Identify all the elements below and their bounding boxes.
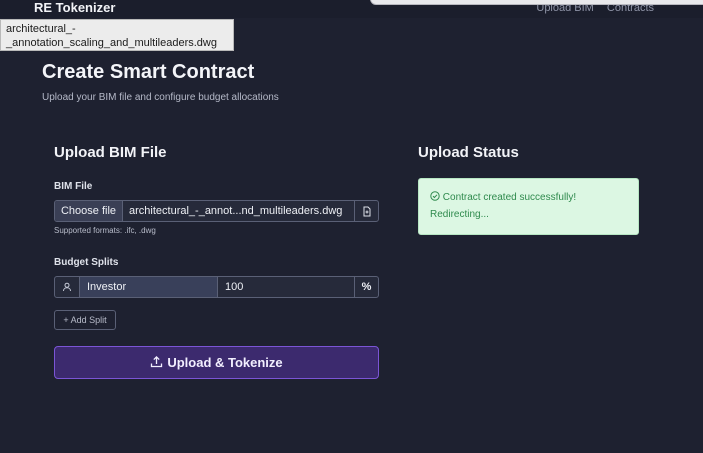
budget-split-row: Investor 100 %: [54, 276, 379, 298]
status-message: Contract created successfully! Redirecti…: [418, 178, 639, 235]
page-title: Create Smart Contract: [42, 61, 255, 83]
add-split-button[interactable]: + Add Split: [54, 310, 116, 330]
page-subtitle: Upload your BIM file and configure budge…: [42, 92, 279, 103]
status-text: Contract created successfully!: [442, 192, 577, 203]
file-name-tooltip: architectural_- _annotation_scaling_and_…: [0, 19, 234, 51]
upload-tokenize-button[interactable]: Upload & Tokenize: [54, 346, 379, 379]
supported-formats-hint: Supported formats: .ifc, .dwg: [54, 226, 156, 235]
file-name-display: architectural_-_annot...nd_multileaders.…: [129, 205, 343, 217]
choose-file-button[interactable]: Choose file: [55, 201, 123, 221]
bim-file-label: BIM File: [54, 181, 93, 192]
status-card-title: Upload Status: [418, 144, 519, 161]
file-icon[interactable]: [354, 201, 378, 221]
split-name-input[interactable]: Investor: [80, 277, 218, 297]
check-circle-icon: [430, 191, 440, 207]
upload-card: Upload BIM File BIM File Choose file arc…: [42, 130, 392, 400]
person-icon: [55, 277, 80, 297]
status-card: Upload Status Contract created successfu…: [406, 130, 656, 250]
upload-card-title: Upload BIM File: [54, 144, 167, 161]
split-unit: %: [354, 277, 378, 297]
status-redirect-text: Redirecting...: [430, 209, 489, 220]
upload-tokenize-label: Upload & Tokenize: [167, 355, 283, 370]
overlay-window-edge: [370, 0, 703, 5]
upload-icon: [150, 355, 163, 371]
budget-splits-label: Budget Splits: [54, 257, 119, 268]
split-value-input[interactable]: 100: [218, 277, 354, 297]
bim-file-input[interactable]: Choose file architectural_-_annot...nd_m…: [54, 200, 379, 222]
tooltip-line-2: _annotation_scaling_and_multileaders.dwg: [6, 37, 217, 49]
tooltip-line-1: architectural_-: [6, 23, 76, 35]
app-title: RE Tokenizer: [34, 0, 116, 15]
